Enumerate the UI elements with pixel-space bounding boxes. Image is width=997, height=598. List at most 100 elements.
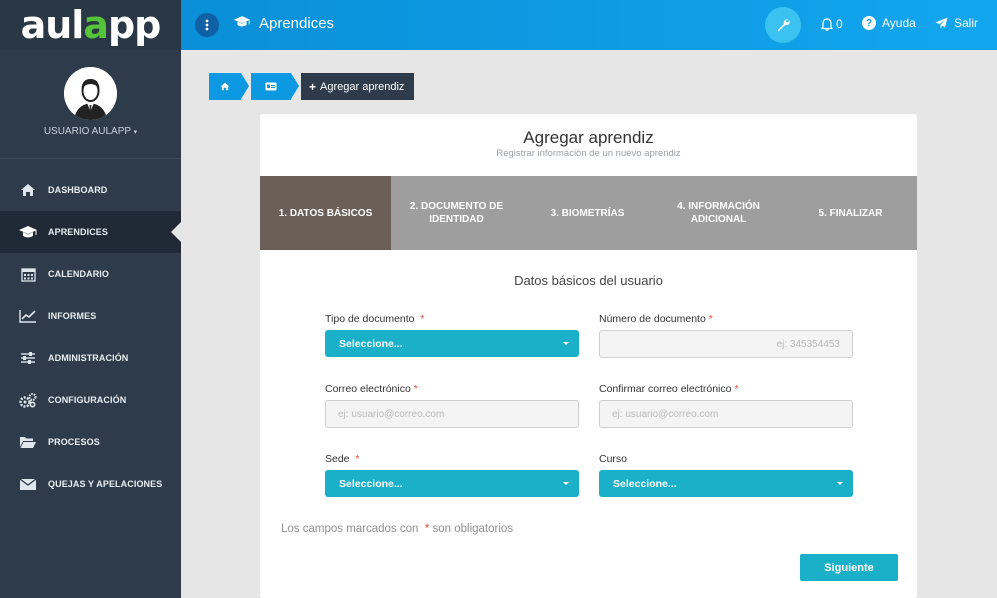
card-title: Agregar aprendiz	[523, 128, 654, 147]
page-title-text: Aprendices	[259, 15, 335, 32]
notifications-button[interactable]: 0	[821, 17, 843, 31]
breadcrumb-separator	[241, 73, 249, 99]
sidebar-item-label: APRENDICES	[48, 227, 109, 237]
sliders-icon	[18, 350, 38, 366]
correo-label: Correo electrónico *	[325, 383, 418, 395]
caret-down-icon	[837, 482, 843, 485]
numero-documento-placeholder: ej: 345354453	[776, 338, 840, 350]
confirmar-correo-label: Confirmar correo electrónico *	[599, 383, 738, 395]
next-button[interactable]: Siguiente	[800, 554, 898, 581]
step-label: 4. INFORMACIÓN ADICIONAL	[677, 201, 760, 225]
logout-label: Salir	[954, 16, 979, 30]
correo-label-text: Correo electrónico	[325, 383, 411, 395]
caret-down-icon	[563, 482, 569, 485]
sidebar-item-calendario[interactable]: CALENDARIO	[0, 253, 181, 295]
breadcrumb-current-label: Agregar aprendiz	[320, 80, 405, 93]
notifications-count: 0	[836, 17, 843, 31]
help-label: Ayuda	[882, 16, 916, 30]
required-mark: *	[413, 383, 418, 395]
sidebar-item-label: INFORMES	[48, 311, 97, 321]
logout-button[interactable]: Salir	[935, 16, 978, 30]
logo-text: aul	[20, 3, 85, 47]
chevron-down-icon: ▾	[133, 129, 138, 136]
email-placeholder: ej: usuario@correo.com	[338, 408, 445, 420]
logo-text-accent: a	[83, 3, 109, 47]
avatar[interactable]	[64, 67, 117, 120]
logo[interactable]: aulapp	[0, 0, 181, 50]
envelope-icon	[18, 476, 38, 492]
next-button-label: Siguiente	[824, 561, 874, 574]
note-suffix: son obligatorios	[432, 523, 514, 535]
numero-documento-field[interactable]: ej: 345354453	[599, 330, 853, 358]
required-fields-note: Los campos marcados con * son obligatori…	[281, 523, 513, 535]
question-icon: ?	[862, 16, 876, 30]
user-menu[interactable]: USUARIO AULAPP ▾	[0, 126, 181, 137]
curso-label-text: Curso	[599, 453, 628, 465]
step-label: 2. DOCUMENTO DE IDENTIDAD	[409, 201, 504, 225]
help-button[interactable]: ? Ayuda	[862, 16, 916, 30]
curso-label: Curso	[599, 453, 627, 465]
required-mark: *	[420, 313, 425, 325]
numero-documento-label-text: Número de documento	[599, 313, 706, 325]
tipo-documento-select[interactable]: Seleccione...	[325, 330, 579, 357]
sede-select[interactable]: Seleccione...	[325, 470, 579, 497]
sidebar-item-administracion[interactable]: ADMINISTRACIÓN	[0, 337, 181, 379]
graduation-cap-icon	[233, 15, 251, 32]
tab-datos-basicos[interactable]: 1. DATOS BÁSICOS	[260, 176, 391, 250]
required-mark: *	[734, 383, 739, 395]
plus-icon: +	[309, 79, 317, 94]
sidebar-item-label: CONFIGURACIÓN	[48, 395, 127, 405]
sidebar-item-configuracion[interactable]: CONFIGURACIÓN	[0, 379, 181, 421]
sidebar-item-quejas[interactable]: QUEJAS Y APELACIONES	[0, 463, 181, 505]
user-name: USUARIO AULAPP	[43, 126, 131, 137]
breadcrumb: + Agregar aprendiz	[209, 73, 415, 100]
sidebar-item-procesos[interactable]: PROCESOS	[0, 421, 181, 463]
folder-open-icon	[18, 434, 38, 450]
confirm-email-field[interactable]: ej: usuario@correo.com	[599, 400, 853, 428]
tab-biometrias[interactable]: 3. BIOMETRÍAS	[522, 176, 653, 250]
wizard-steps: 1. DATOS BÁSICOS 2. DOCUMENTO DE IDENTID…	[260, 176, 917, 250]
bell-icon	[821, 17, 833, 31]
sidebar-item-informes[interactable]: INFORMES	[0, 295, 181, 337]
breadcrumb-aprendices[interactable]	[251, 73, 291, 100]
sede-label-text: Sede	[325, 453, 350, 465]
curso-value: Seleccione...	[613, 477, 677, 490]
sidebar-item-label: QUEJAS Y APELACIONES	[48, 479, 163, 489]
graduation-cap-icon	[18, 224, 38, 240]
email-field[interactable]: ej: usuario@correo.com	[325, 400, 579, 428]
sidebar: aulapp USUARIO AULAPP ▾ DASHBOARD APREND…	[0, 0, 181, 598]
sidebar-item-aprendices[interactable]: APRENDICES	[0, 211, 181, 253]
section-title: Datos básicos del usuario	[514, 273, 663, 288]
calendar-icon	[18, 266, 38, 282]
sidebar-item-label: CALENDARIO	[48, 269, 109, 279]
breadcrumb-separator	[291, 73, 299, 99]
paper-plane-icon	[935, 17, 948, 29]
tab-finalizar[interactable]: 5. FINALIZAR	[784, 176, 917, 250]
gears-icon	[18, 392, 38, 408]
tipo-documento-value: Seleccione...	[339, 337, 403, 350]
confirm-email-placeholder: ej: usuario@correo.com	[612, 408, 719, 420]
tools-button[interactable]	[765, 7, 801, 43]
step-label: 5. FINALIZAR	[818, 207, 883, 219]
sidebar-menu: DASHBOARD APRENDICES CALENDARIO INFORMES…	[0, 169, 181, 505]
sidebar-item-label: DASHBOARD	[48, 185, 108, 195]
logo-text-end: pp	[107, 3, 161, 47]
required-mark: *	[424, 523, 430, 535]
required-mark: *	[708, 313, 713, 325]
more-options-button[interactable]	[195, 13, 219, 37]
required-mark: *	[355, 453, 360, 465]
numero-documento-label: Número de documento *	[599, 313, 713, 325]
home-icon	[18, 182, 38, 198]
sede-value: Seleccione...	[339, 477, 403, 490]
sidebar-item-dashboard[interactable]: DASHBOARD	[0, 169, 181, 211]
page-title: Aprendices	[233, 15, 334, 32]
tab-informacion-adicional[interactable]: 4. INFORMACIÓN ADICIONAL	[653, 176, 784, 250]
line-chart-icon	[18, 308, 38, 324]
breadcrumb-current: + Agregar aprendiz	[301, 73, 415, 100]
tipo-documento-label: Tipo de documento *	[325, 313, 424, 325]
breadcrumb-home[interactable]	[209, 73, 241, 100]
curso-select[interactable]: Seleccione...	[599, 470, 853, 497]
sidebar-item-label: PROCESOS	[48, 437, 100, 447]
tab-documento-identidad[interactable]: 2. DOCUMENTO DE IDENTIDAD	[391, 176, 522, 250]
sidebar-item-label: ADMINISTRACIÓN	[48, 353, 129, 363]
